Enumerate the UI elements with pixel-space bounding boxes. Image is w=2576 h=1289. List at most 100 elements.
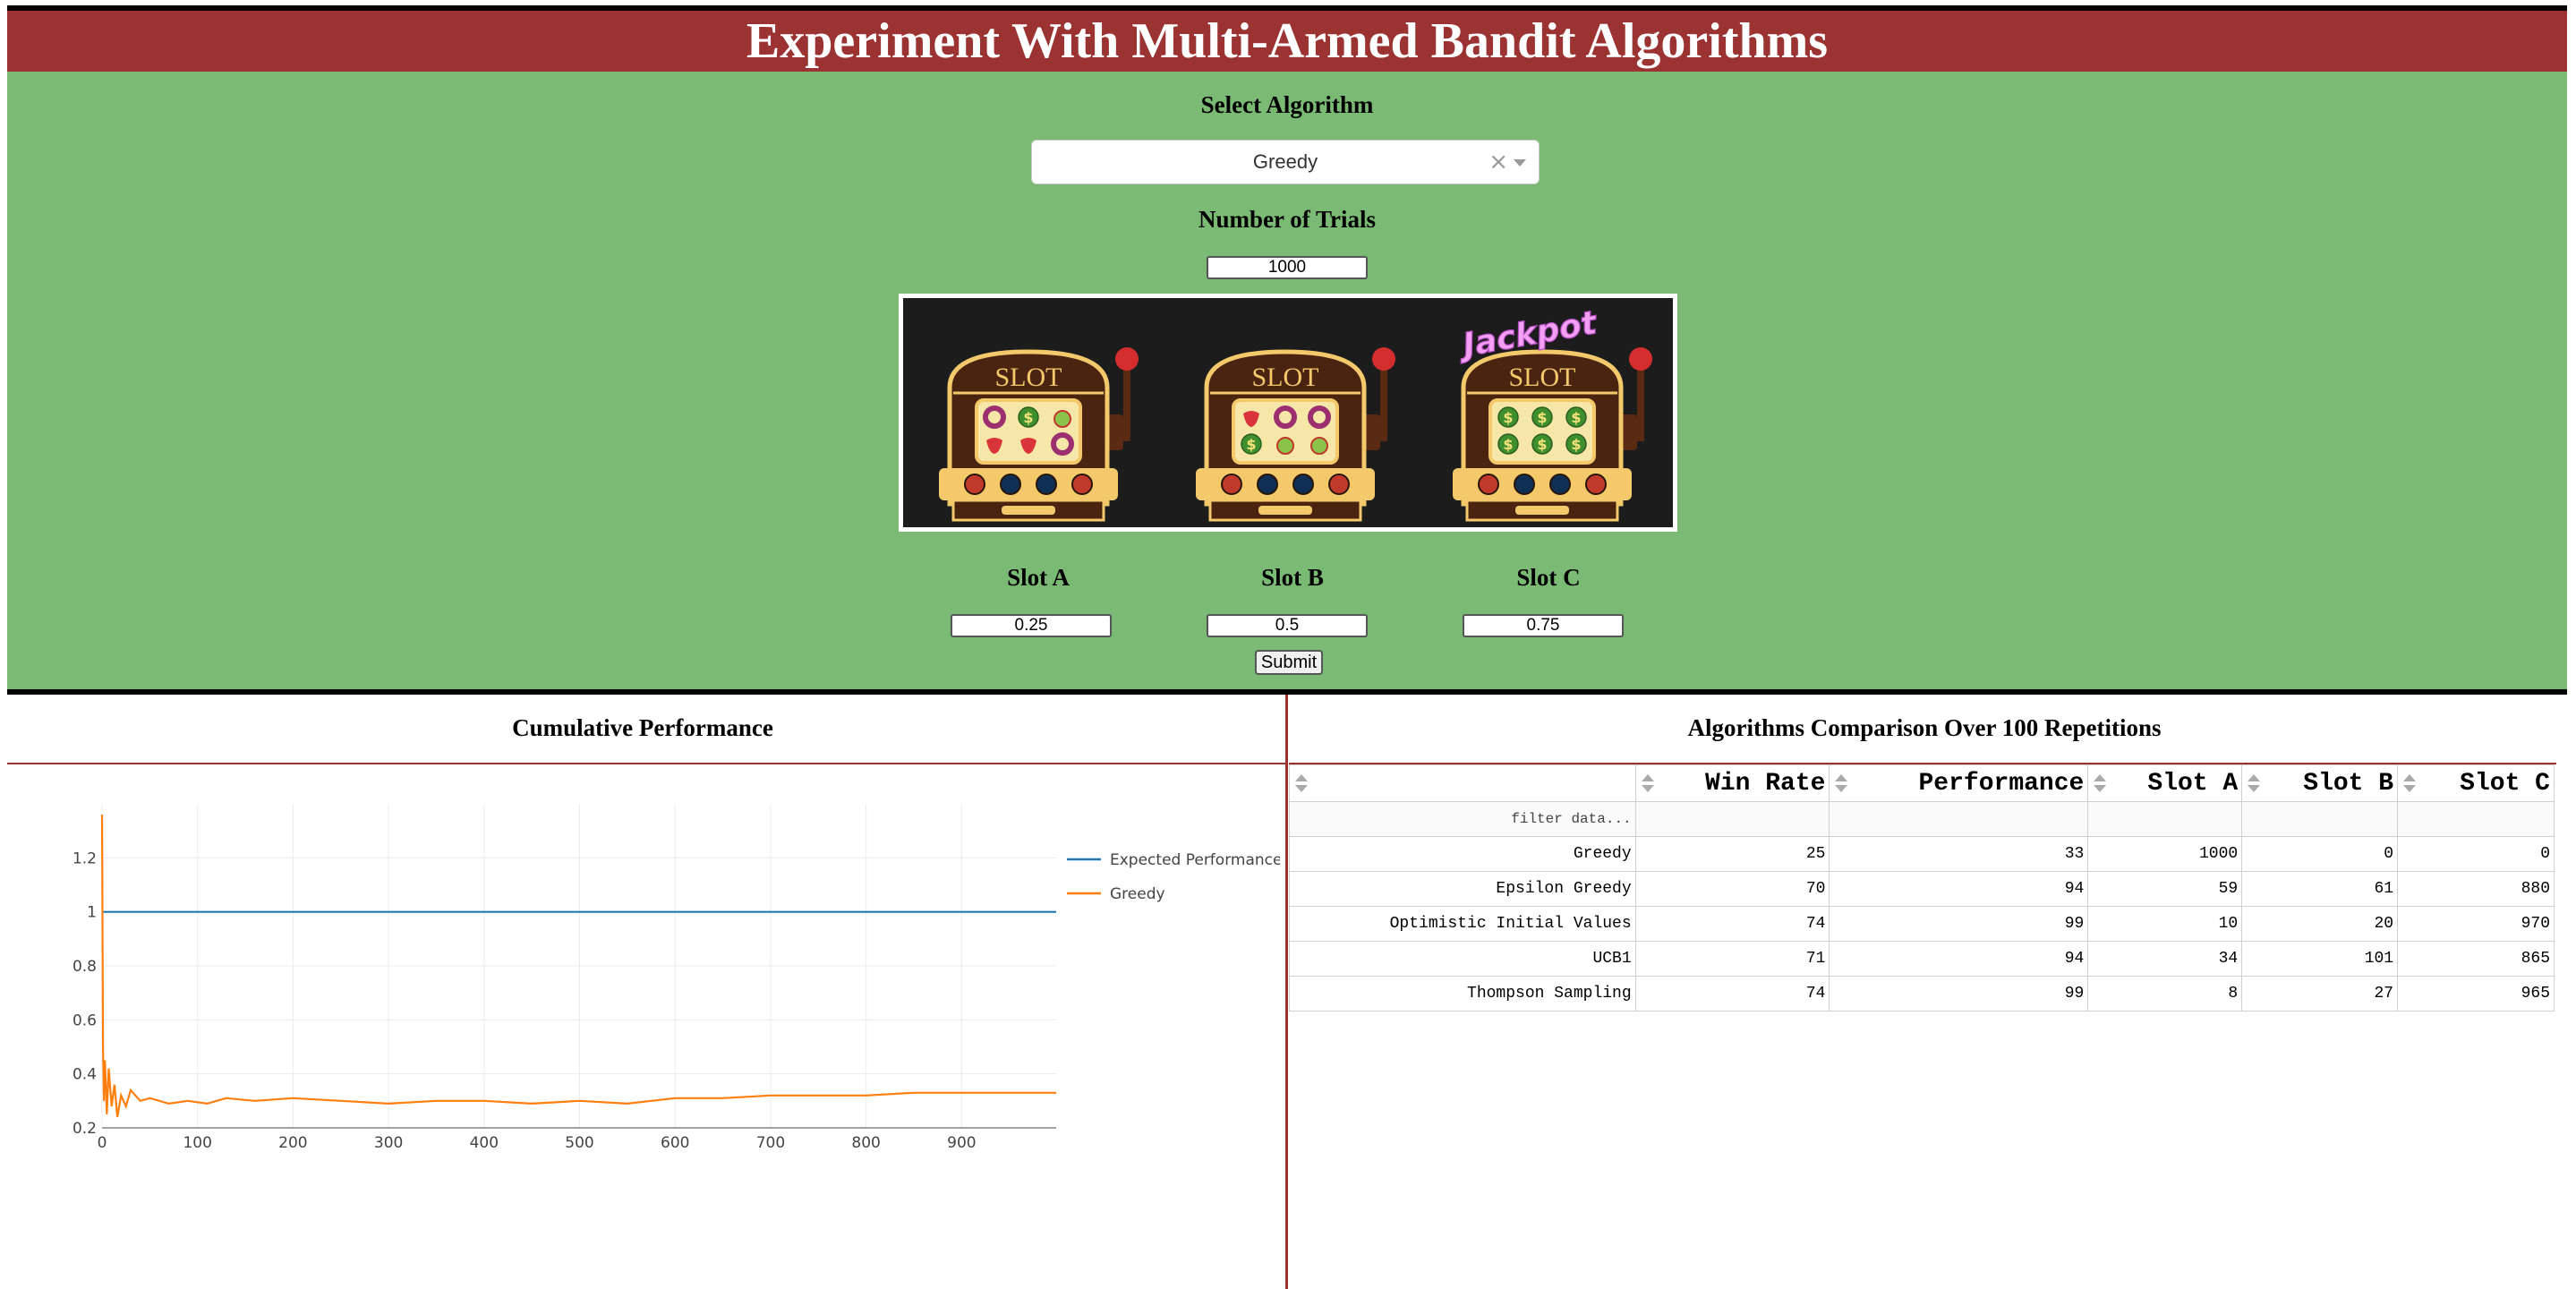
controls-panel: Select Algorithm Greedy × Number of Tria… xyxy=(7,72,2567,695)
slot-a-cell[interactable]: 8 xyxy=(2087,976,2243,1012)
chevron-down-icon[interactable] xyxy=(1514,159,1526,166)
dollar-glyph: $ xyxy=(1503,409,1513,426)
sort-icon[interactable] xyxy=(2248,774,2261,794)
filter-row: filter data... xyxy=(1289,801,2555,837)
y-tick-label: 0.2 xyxy=(73,1120,97,1138)
slot-c-cell[interactable]: 970 xyxy=(2397,906,2555,942)
performance-cell[interactable]: 99 xyxy=(1829,976,2089,1012)
slot-c-cell[interactable]: 965 xyxy=(2397,976,2555,1012)
filter-input[interactable] xyxy=(1634,801,1830,837)
slot-a-cell[interactable]: 34 xyxy=(2087,941,2243,977)
dollar-glyph: $ xyxy=(1537,436,1547,453)
win-rate-cell[interactable]: 70 xyxy=(1634,871,1830,907)
slot-a-cell[interactable]: 1000 xyxy=(2087,836,2243,872)
column-header-performance[interactable]: Performance xyxy=(1829,764,2089,802)
apple-icon xyxy=(1310,437,1328,455)
page-header: Experiment With Multi-Armed Bandit Algor… xyxy=(7,5,2567,77)
slot-machine: SLOT $ xyxy=(1196,347,1395,522)
x-tick-label: 500 xyxy=(565,1134,593,1152)
clear-icon[interactable]: × xyxy=(1488,141,1508,184)
win-rate-cell[interactable]: 74 xyxy=(1634,906,1830,942)
sort-icon[interactable] xyxy=(1835,774,1848,794)
slot-b-cell[interactable]: 61 xyxy=(2241,871,2399,907)
filter-input[interactable] xyxy=(2241,801,2399,837)
sort-icon[interactable] xyxy=(1295,774,1308,794)
win-rate-cell[interactable]: 25 xyxy=(1634,836,1830,872)
coin-slot-icon xyxy=(1002,506,1055,515)
win-rate-cell[interactable]: 71 xyxy=(1634,941,1830,977)
filter-input-name[interactable]: filter data... xyxy=(1289,801,1636,837)
dollar-glyph: $ xyxy=(1571,436,1581,453)
algorithm-dropdown[interactable]: Greedy × xyxy=(1031,140,1540,184)
performance-cell[interactable]: 33 xyxy=(1829,836,2089,872)
legend-label[interactable]: Expected Performance xyxy=(1110,851,1280,869)
submit-button[interactable]: Submit xyxy=(1255,650,1323,675)
column-header-slot-b[interactable]: Slot B xyxy=(2241,764,2399,802)
machine-button-icon xyxy=(1000,474,1021,495)
slot-c-cell[interactable]: 0 xyxy=(2397,836,2555,872)
slot-a-input[interactable] xyxy=(951,614,1112,637)
performance-chart[interactable]: 0 100 200 300 400 500 600 700 800 900 0.2 0.4 0.6 0.8… xyxy=(27,788,1280,1164)
lever-knob-icon xyxy=(1372,347,1395,371)
y-tick-label: 0.8 xyxy=(73,958,97,976)
algorithm-name-cell[interactable]: Greedy xyxy=(1289,836,1636,872)
slot-b-input[interactable] xyxy=(1207,614,1368,637)
slot-b-cell[interactable]: 0 xyxy=(2241,836,2399,872)
slot-c-cell[interactable]: 865 xyxy=(2397,941,2555,977)
panel-divider xyxy=(1285,695,1288,1289)
slot-b-cell[interactable]: 27 xyxy=(2241,976,2399,1012)
algorithm-name-cell[interactable]: UCB1 xyxy=(1289,941,1636,977)
dollar-glyph: $ xyxy=(1246,436,1256,453)
cumulative-performance-title: Cumulative Performance xyxy=(512,714,773,741)
performance-cell[interactable]: 99 xyxy=(1829,906,2089,942)
performance-cell[interactable]: 94 xyxy=(1829,871,2089,907)
x-tick-label: 100 xyxy=(183,1134,211,1152)
machine-button-icon xyxy=(964,474,985,495)
filter-input[interactable] xyxy=(2087,801,2243,837)
x-tick-label: 200 xyxy=(278,1134,307,1152)
win-rate-cell[interactable]: 74 xyxy=(1634,976,1830,1012)
slot-machine: SLOT $ xyxy=(939,347,1139,522)
table-header-row: Win Rate Performance Slot A Slot B Slot … xyxy=(1289,764,2555,802)
slot-b-label: Slot B xyxy=(1261,564,1324,591)
trials-input[interactable] xyxy=(1207,256,1368,279)
filter-input[interactable] xyxy=(1829,801,2089,837)
trials-label: Number of Trials xyxy=(1198,206,1376,233)
table-row: Optimistic Initial Values 74 99 10 20 97… xyxy=(1289,906,2555,942)
machine-button-icon xyxy=(1221,474,1242,495)
column-header-slot-c[interactable]: Slot C xyxy=(2397,764,2555,802)
comparison-table: Win Rate Performance Slot A Slot B Slot … xyxy=(1289,764,2555,1012)
algorithm-name-cell[interactable]: Epsilon Greedy xyxy=(1289,871,1636,907)
filter-input[interactable] xyxy=(2397,801,2555,837)
dollar-glyph: $ xyxy=(1571,409,1581,426)
slot-b-cell[interactable]: 101 xyxy=(2241,941,2399,977)
machine-button-icon xyxy=(1585,474,1607,495)
dollar-glyph: $ xyxy=(1537,409,1547,426)
slot-machines-illustration: SLOT$SLOT$SLOT$ $ $$ $ $Jackpot xyxy=(939,303,1652,522)
sort-icon[interactable] xyxy=(2403,774,2417,794)
legend-label[interactable]: Greedy xyxy=(1110,885,1165,903)
column-header-slot-a[interactable]: Slot A xyxy=(2087,764,2243,802)
coin-slot-icon xyxy=(1515,506,1569,515)
slot-c-label: Slot C xyxy=(1516,564,1581,591)
lever-knob-icon xyxy=(1629,347,1652,371)
sort-icon[interactable] xyxy=(1641,774,1654,794)
slot-a-cell[interactable]: 10 xyxy=(2087,906,2243,942)
slot-a-cell[interactable]: 59 xyxy=(2087,871,2243,907)
slot-b-cell[interactable]: 20 xyxy=(2241,906,2399,942)
machine-title: SLOT xyxy=(1252,363,1319,392)
column-header-win-rate[interactable]: Win Rate xyxy=(1634,764,1830,802)
algorithm-name-cell[interactable]: Optimistic Initial Values xyxy=(1289,906,1636,942)
x-tick-label: 0 xyxy=(98,1134,107,1152)
dollar-glyph: $ xyxy=(1023,409,1033,426)
machine-button-icon xyxy=(1514,474,1535,495)
algorithm-name-cell[interactable]: Thompson Sampling xyxy=(1289,976,1636,1012)
table-row: UCB1 71 94 34 101 865 xyxy=(1289,941,2555,977)
column-header-name[interactable] xyxy=(1289,764,1636,802)
coin-slot-icon xyxy=(1258,506,1312,515)
slot-c-input[interactable] xyxy=(1463,614,1624,637)
y-tick-label: 1.2 xyxy=(73,849,97,867)
sort-icon[interactable] xyxy=(2094,774,2107,794)
slot-c-cell[interactable]: 880 xyxy=(2397,871,2555,907)
performance-cell[interactable]: 94 xyxy=(1829,941,2089,977)
